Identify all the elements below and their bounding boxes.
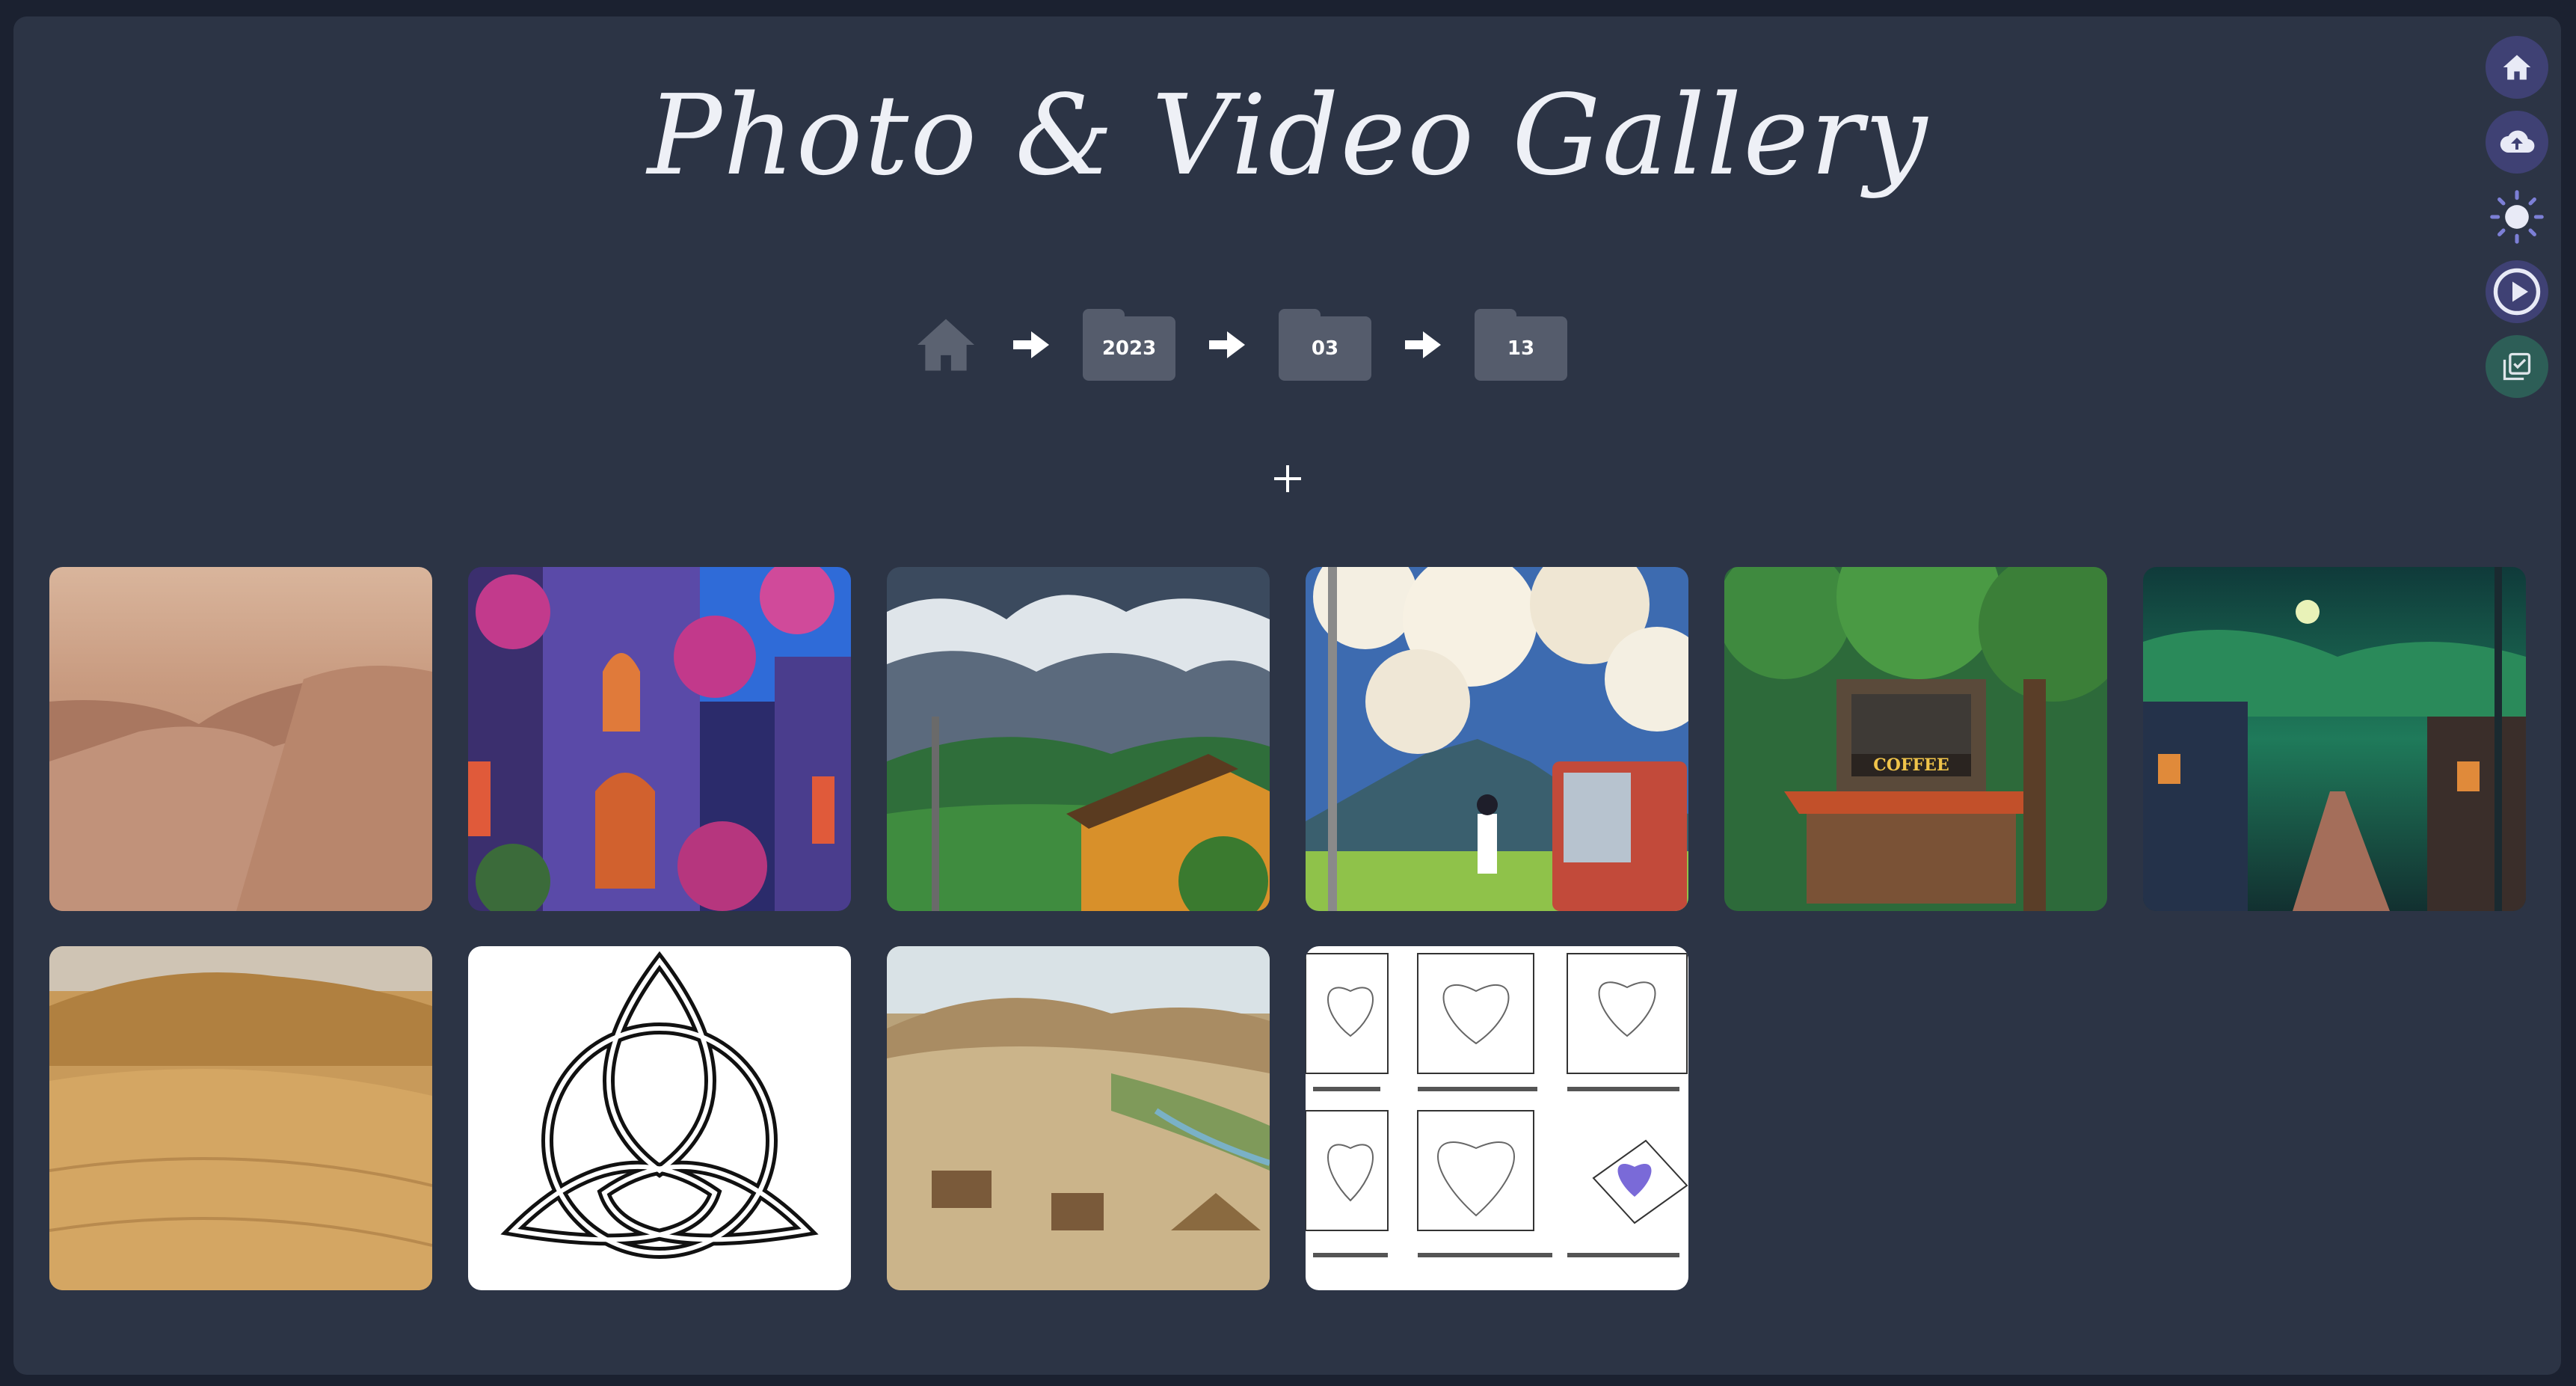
brightness-icon bbox=[2490, 190, 2544, 244]
home-icon bbox=[2503, 55, 2531, 80]
arrow-right-icon bbox=[1208, 330, 1246, 360]
arrow-right-icon bbox=[1012, 330, 1050, 360]
gallery-item-triquetra-knot[interactable] bbox=[468, 946, 851, 1290]
play-circle-icon bbox=[2493, 268, 2541, 316]
select-mode-button[interactable] bbox=[2486, 335, 2548, 398]
coffee-sign: COFFEE bbox=[1873, 755, 1949, 775]
home-button[interactable] bbox=[2486, 36, 2548, 99]
breadcrumb-folder-day[interactable]: 13 bbox=[1475, 309, 1567, 381]
page-title: Photo & Video Gallery bbox=[647, 71, 1929, 200]
add-button[interactable] bbox=[1268, 459, 1307, 498]
gallery-item-moonlit-street[interactable] bbox=[2143, 567, 2526, 911]
plus-icon bbox=[1274, 465, 1301, 492]
slideshow-button[interactable] bbox=[2486, 260, 2548, 323]
gallery-item-heart-equations[interactable] bbox=[1306, 946, 1688, 1290]
gallery-item-ancient-settlement[interactable] bbox=[887, 946, 1270, 1290]
gallery-item-mars-desert[interactable] bbox=[49, 567, 432, 911]
gallery-item-rainy-village[interactable] bbox=[887, 567, 1270, 911]
toolbar bbox=[2486, 36, 2548, 410]
gallery-item-clouds-vending-machine[interactable] bbox=[1306, 567, 1688, 911]
gallery-item-coffee-shop[interactable]: COFFEE bbox=[1724, 567, 2107, 911]
breadcrumb-folder-month[interactable]: 03 bbox=[1279, 309, 1371, 381]
theme-toggle-button[interactable] bbox=[2486, 185, 2548, 248]
gallery-item-flower-alley-night[interactable] bbox=[468, 567, 851, 911]
arrow-right-icon bbox=[1404, 330, 1442, 360]
select-checkbox-icon bbox=[2503, 352, 2531, 381]
breadcrumb-folder-year[interactable]: 2023 bbox=[1083, 309, 1175, 381]
cloud-upload-icon bbox=[2500, 130, 2535, 153]
home-icon bbox=[917, 319, 974, 371]
upload-button[interactable] bbox=[2486, 111, 2548, 174]
breadcrumb: 2023 03 13 bbox=[912, 305, 1567, 384]
gallery-item-sand-dunes[interactable] bbox=[49, 946, 432, 1290]
breadcrumb-home[interactable] bbox=[912, 311, 980, 378]
